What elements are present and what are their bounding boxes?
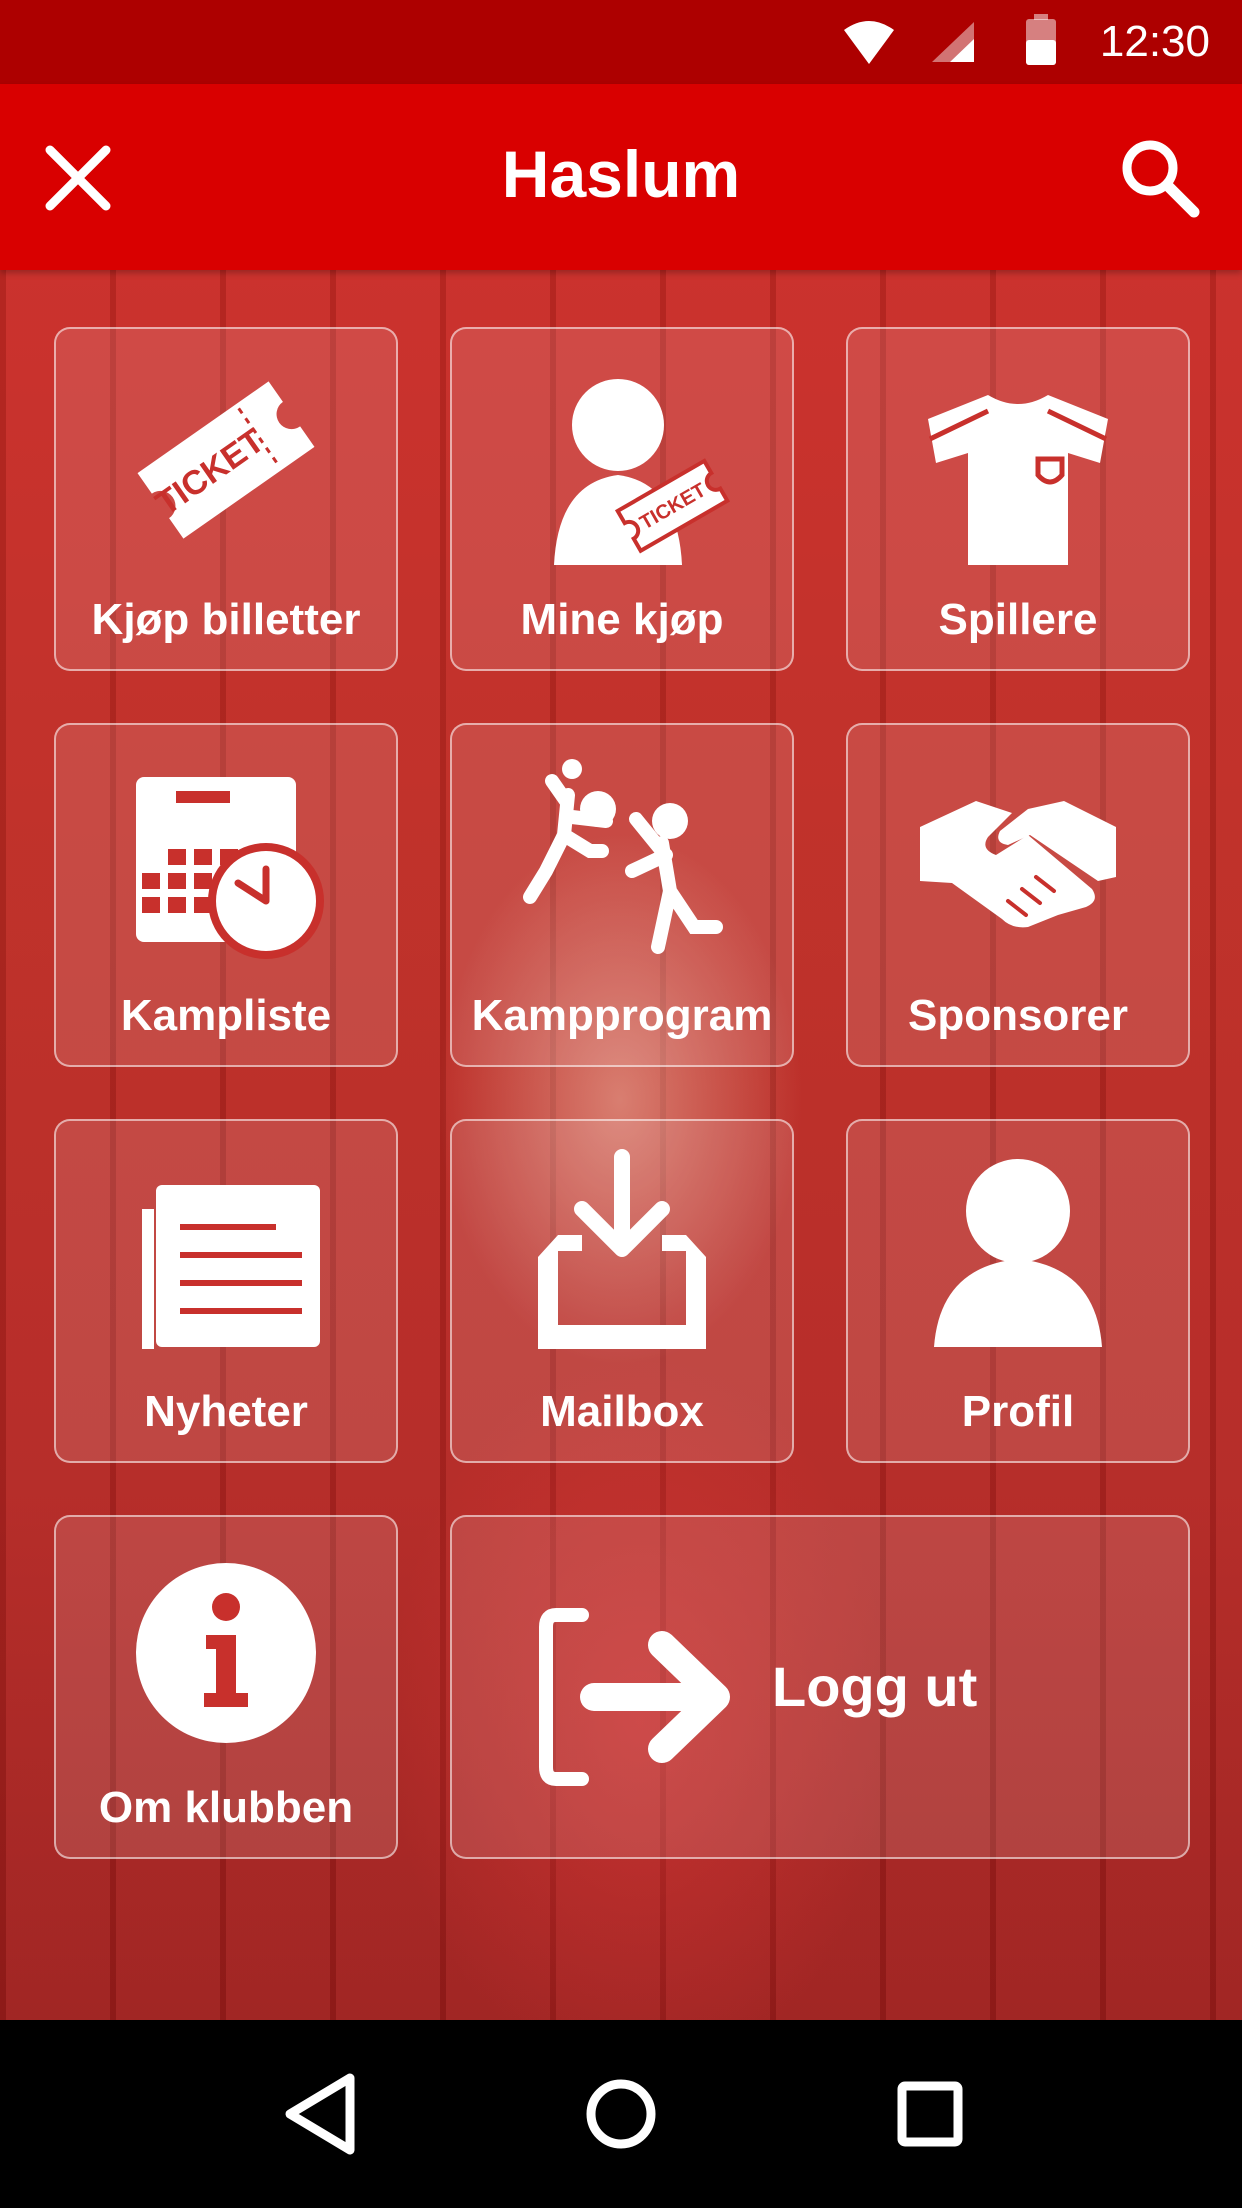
- tile-nyheter[interactable]: Nyheter: [54, 1119, 398, 1463]
- calendar-clock-icon: [136, 777, 324, 959]
- tile-logg-ut[interactable]: Logg ut: [450, 1515, 1190, 1859]
- tile-kampliste[interactable]: Kampliste: [54, 723, 398, 1067]
- tile-label: Kjøp billetter: [91, 595, 361, 644]
- recents-square-icon[interactable]: [880, 2064, 980, 2164]
- tile-profil[interactable]: Profil: [846, 1119, 1190, 1463]
- tile-label: Mine kjøp: [520, 595, 724, 644]
- tile-label: Logg ut: [772, 1655, 978, 1718]
- search-icon[interactable]: [1116, 134, 1202, 220]
- tile-label: Kampprogram: [471, 991, 773, 1040]
- status-time: 12:30: [1099, 17, 1210, 66]
- tile-label: Om klubben: [98, 1783, 354, 1832]
- home-circle-icon[interactable]: [571, 2064, 671, 2164]
- cell-signal-icon: [932, 22, 974, 62]
- tile-spillere[interactable]: Spillere: [846, 327, 1190, 671]
- tile-label: Mailbox: [540, 1387, 704, 1436]
- person-icon: [934, 1159, 1102, 1347]
- menu-grid: TICKET Kjøp billetter TICKET Mine kjøp S…: [0, 270, 1242, 2020]
- logout-icon: [539, 1608, 730, 1786]
- battery-icon: [1026, 14, 1056, 65]
- tile-kjop-billetter[interactable]: TICKET Kjøp billetter: [54, 327, 398, 671]
- tile-label: Profil: [961, 1387, 1075, 1436]
- wifi-icon: [844, 21, 894, 64]
- tile-label: Spillere: [938, 595, 1098, 644]
- ticket-icon: TICKET: [137, 381, 315, 539]
- back-triangle-icon[interactable]: [270, 2064, 370, 2164]
- system-navigation-bar: [0, 2020, 1242, 2208]
- tile-kampprogram[interactable]: Kampprogram: [450, 723, 794, 1067]
- handball-players-icon: [523, 759, 723, 954]
- tile-mine-kjop[interactable]: TICKET Mine kjøp: [450, 327, 794, 671]
- app-bar: Haslum: [0, 84, 1242, 270]
- tile-label: Kampliste: [120, 991, 332, 1040]
- handshake-icon: [920, 801, 1116, 928]
- user-ticket-icon: TICKET: [554, 379, 731, 565]
- status-bar: 12:30: [0, 0, 1242, 84]
- page-title: Haslum: [501, 137, 741, 211]
- tile-mailbox[interactable]: Mailbox: [450, 1119, 794, 1463]
- tile-label: Nyheter: [144, 1387, 308, 1436]
- inbox-download-icon: [538, 1149, 706, 1349]
- tile-label: Sponsorer: [907, 991, 1129, 1040]
- tile-om-klubben[interactable]: Om klubben: [54, 1515, 398, 1859]
- jersey-icon: [928, 395, 1108, 565]
- tile-sponsorer[interactable]: Sponsorer: [846, 723, 1190, 1067]
- info-icon: [136, 1563, 316, 1743]
- newspaper-icon: [142, 1185, 320, 1349]
